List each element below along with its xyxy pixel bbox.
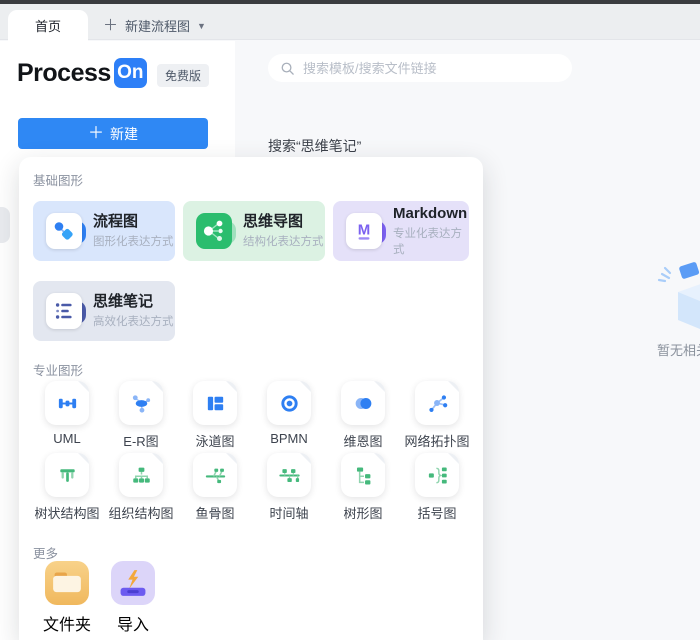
- menu-item-label: BPMN: [270, 431, 308, 446]
- tab-home-label: 首页: [35, 16, 61, 35]
- new-button-label: 新建: [110, 124, 138, 144]
- processon-logo: Process On: [17, 58, 147, 88]
- fishbone-icon: [193, 453, 237, 497]
- menu-item-label: UML: [53, 431, 80, 446]
- tab-new-flowchart[interactable]: ＋ 新建流程图 ▼: [103, 10, 206, 41]
- empty-box-icon: [650, 258, 700, 338]
- menu-item-uml[interactable]: UML: [30, 381, 104, 450]
- pro-grid-row-1: UML E-R图 泳道图 BPMN: [30, 381, 474, 450]
- section-more-label: 更多: [33, 543, 58, 562]
- sidebar-item-highlight: [0, 207, 10, 243]
- svg-text:M: M: [358, 222, 371, 239]
- plan-badge: 免费版: [157, 64, 209, 87]
- menu-item-label: 泳道图: [195, 431, 234, 450]
- menu-item-swimlane[interactable]: 泳道图: [178, 381, 252, 450]
- card-mindnotes[interactable]: 思维笔记 高效化表达方式: [33, 281, 175, 341]
- search-input[interactable]: [303, 61, 560, 76]
- card-subtitle: 结构化表达方式: [243, 233, 324, 249]
- search-bar[interactable]: [268, 54, 572, 82]
- card-title: 思维导图: [243, 213, 324, 232]
- card-subtitle: 图形化表达方式: [93, 233, 174, 249]
- new-button[interactable]: ＋ 新建: [18, 118, 208, 149]
- new-file-dropdown-panel: 基础图形 流程图 图形化表达方式: [19, 157, 483, 640]
- menu-item-import[interactable]: 导入: [100, 561, 166, 635]
- menu-item-folder[interactable]: 文件夹: [34, 561, 100, 635]
- menu-item-tree-diagram[interactable]: 树形图: [326, 453, 400, 522]
- browser-tab-bar: 首页 ＋ 新建流程图 ▼: [0, 4, 700, 40]
- org-chart-icon: [119, 453, 163, 497]
- plus-icon: ＋: [103, 18, 118, 33]
- search-icon: [280, 61, 295, 76]
- import-icon: [111, 561, 155, 605]
- timeline-icon: [267, 453, 311, 497]
- menu-item-label: 括号图: [417, 503, 456, 522]
- card-title: 思维笔记: [93, 293, 174, 312]
- er-diagram-icon: [119, 381, 163, 425]
- empty-state-text: 暂无相关内容: [657, 340, 700, 359]
- card-flowchart[interactable]: 流程图 图形化表达方式: [33, 201, 175, 261]
- logo-on-badge: On: [114, 58, 147, 88]
- menu-item-label: 鱼骨图: [195, 503, 234, 522]
- plus-icon: ＋: [88, 126, 104, 142]
- logo-text-process: Process: [17, 59, 111, 88]
- basic-cards-row-2: 思维笔记 高效化表达方式: [33, 281, 175, 341]
- menu-item-org-chart[interactable]: 组织结构图: [104, 453, 178, 522]
- section-basic-label: 基础图形: [33, 170, 83, 189]
- card-title: 流程图: [93, 213, 174, 232]
- folder-icon: [45, 561, 89, 605]
- menu-item-label: 时间轴: [269, 503, 308, 522]
- card-markdown[interactable]: M Markdown 专业化表达方式: [333, 201, 469, 261]
- venn-icon: [341, 381, 385, 425]
- menu-item-label: 树形图: [343, 503, 382, 522]
- menu-item-label: 导入: [117, 611, 149, 635]
- card-title: Markdown: [393, 205, 469, 224]
- caret-down-icon: ▼: [197, 21, 206, 31]
- menu-item-label: 网络拓扑图: [404, 431, 469, 450]
- tab-new-flowchart-label: 新建流程图: [125, 16, 190, 35]
- menu-item-er-diagram[interactable]: E-R图: [104, 381, 178, 450]
- bracket-icon: [415, 453, 459, 497]
- uml-icon: [45, 381, 89, 425]
- notes-icon: [46, 293, 82, 329]
- menu-item-bpmn[interactable]: BPMN: [252, 381, 326, 450]
- card-subtitle: 高效化表达方式: [93, 313, 174, 329]
- swimlane-icon: [193, 381, 237, 425]
- section-pro-label: 专业图形: [33, 360, 83, 379]
- menu-item-label: E-R图: [123, 431, 158, 450]
- menu-item-topology[interactable]: 网络拓扑图: [400, 381, 474, 450]
- mindmap-icon: [196, 213, 232, 249]
- card-mindmap[interactable]: 思维导图 结构化表达方式: [183, 201, 325, 261]
- card-subtitle: 专业化表达方式: [393, 225, 469, 257]
- tree-diagram-icon: [341, 453, 385, 497]
- pro-grid-row-2: 树状结构图 组织结构图 鱼骨图 时间轴: [30, 453, 474, 522]
- basic-cards-row: 流程图 图形化表达方式: [33, 201, 469, 261]
- menu-item-label: 组织结构图: [108, 503, 173, 522]
- menu-item-venn[interactable]: 维恩图: [326, 381, 400, 450]
- processon-home-page: 首页 ＋ 新建流程图 ▼ Process On 免费版 ＋ 新建 搜索“思维笔记…: [0, 0, 700, 640]
- menu-item-label: 文件夹: [43, 611, 91, 635]
- topology-icon: [415, 381, 459, 425]
- menu-item-timeline[interactable]: 时间轴: [252, 453, 326, 522]
- flowchart-icon: [46, 213, 82, 249]
- search-suggestion[interactable]: 搜索“思维笔记”: [268, 136, 361, 156]
- more-row: 文件夹 导入: [34, 561, 166, 635]
- menu-item-tree-structure[interactable]: 树状结构图: [30, 453, 104, 522]
- tree-structure-icon: [45, 453, 89, 497]
- markdown-icon: M: [346, 213, 382, 249]
- menu-item-label: 维恩图: [343, 431, 382, 450]
- menu-item-fishbone[interactable]: 鱼骨图: [178, 453, 252, 522]
- menu-item-bracket[interactable]: 括号图: [400, 453, 474, 522]
- tab-home[interactable]: 首页: [8, 10, 88, 41]
- bpmn-icon: [267, 381, 311, 425]
- menu-item-label: 树状结构图: [34, 503, 99, 522]
- empty-state-illustration: [650, 258, 700, 343]
